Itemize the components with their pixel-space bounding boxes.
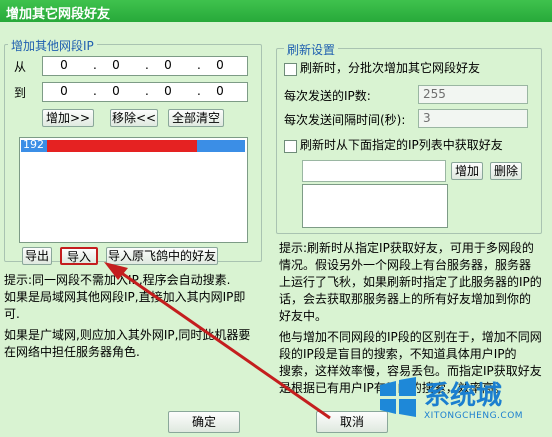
- watermark-brand: 系统城: [424, 381, 503, 411]
- watermark-url: XITONGCHENG.COM: [424, 411, 524, 421]
- dialog-body: 增加其他网段IP 从 0 . 0 . 0 . 0 到 0 . 0 . 0 . 0…: [0, 22, 552, 437]
- windows-logo-icon: [380, 377, 416, 417]
- title-bar: 增加其它网段好友: [0, 0, 552, 22]
- window-title: 增加其它网段好友: [6, 7, 111, 22]
- watermark: 系统城 XITONGCHENG.COM: [378, 373, 548, 433]
